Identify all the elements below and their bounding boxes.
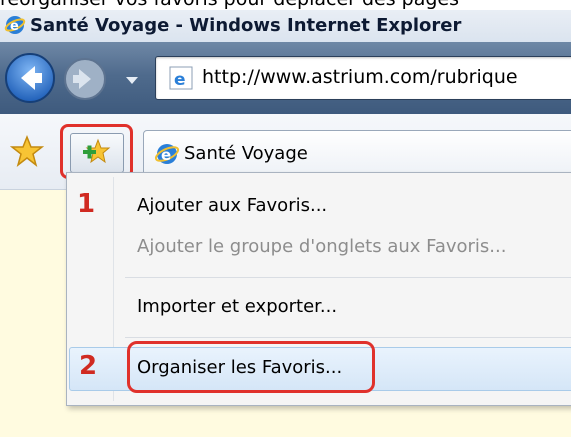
svg-text:e: e (161, 146, 171, 164)
back-arrow-icon[interactable] (4, 52, 56, 104)
ie-page-icon: e (154, 144, 180, 164)
add-favorite-highlight[interactable] (60, 124, 133, 179)
menu-item-add-tab-group: Ajouter le groupe d'onglets aux Favoris.… (137, 236, 507, 257)
ie-logo-icon: e (4, 16, 26, 34)
step-1-marker: 1 (77, 189, 96, 219)
tab-current[interactable]: e Santé Voyage (143, 130, 571, 178)
organize-favorites-highlight (127, 341, 375, 393)
window-title: Santé Voyage - Windows Internet Explorer (30, 15, 462, 36)
title-bar: e Santé Voyage - Windows Internet Explor… (0, 10, 571, 42)
menu-separator (125, 337, 571, 338)
menu-separator (125, 277, 571, 278)
svg-text:e: e (10, 19, 19, 34)
menu-item-import-export[interactable]: Importer et exporter... (137, 296, 337, 317)
add-favorite-button[interactable] (70, 133, 124, 173)
tab-label: Santé Voyage (184, 143, 308, 164)
forward-arrow-icon[interactable] (63, 57, 107, 101)
ie-page-icon: e (169, 66, 193, 90)
step-2-marker: 2 (79, 351, 98, 381)
history-dropdown-icon[interactable] (125, 75, 139, 85)
address-url[interactable]: http://www.astrium.com/rubrique (202, 66, 518, 88)
menu-item-add-favorite[interactable]: Ajouter aux Favoris... (137, 195, 327, 216)
svg-text:e: e (174, 70, 186, 90)
add-favorites-menu: 1 Ajouter aux Favoris... Ajouter le grou… (66, 172, 571, 406)
favorites-star-icon[interactable] (10, 134, 44, 168)
add-favorite-icon (83, 138, 111, 164)
address-bar[interactable]: e http://www.astrium.com/rubrique (155, 56, 571, 100)
navigation-bar: e http://www.astrium.com/rubrique (0, 42, 571, 114)
